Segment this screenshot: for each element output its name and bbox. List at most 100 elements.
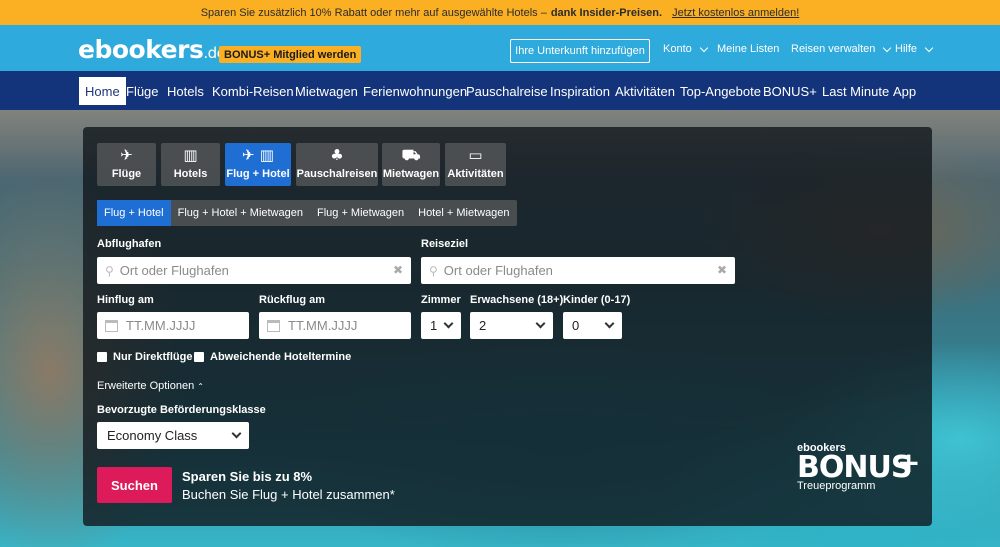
rooms-label: Zimmer bbox=[421, 294, 461, 306]
nav-item-top-angebote[interactable]: Top-Angebote bbox=[680, 77, 761, 105]
site-header: ebookers.de BONUS+ Mitglied werden Ihre … bbox=[0, 25, 1000, 71]
building-icon: ▥ bbox=[183, 146, 198, 164]
subtab-flug-mietwagen[interactable]: Flug + Mietwagen bbox=[310, 200, 411, 226]
logo-text: ebookers bbox=[78, 35, 204, 64]
nav-item-fluege[interactable]: Flüge bbox=[126, 77, 159, 105]
advanced-options-toggle[interactable]: Erweiterte Optionen ⌃ bbox=[97, 380, 204, 392]
bonus-logo-plus: + bbox=[897, 446, 921, 479]
return-date-input[interactable]: TT.MM.JJJJ bbox=[259, 312, 411, 339]
my-lists-link[interactable]: Meine Listen bbox=[717, 43, 779, 55]
subtab-flug-hotel-mietwagen[interactable]: Flug + Hotel + Mietwagen bbox=[171, 200, 310, 226]
add-property-button[interactable]: Ihre Unterkunft hinzufügen bbox=[510, 39, 650, 63]
account-menu[interactable]: Konto bbox=[663, 43, 708, 55]
ebookers-logo[interactable]: ebookers.de bbox=[78, 35, 226, 64]
advanced-options-label: Erweiterte Optionen bbox=[97, 380, 195, 392]
tab-label: Mietwagen bbox=[382, 168, 440, 180]
tab-flug-hotel[interactable]: ✈ ▥ Flug + Hotel bbox=[225, 143, 291, 186]
chevron-down-icon bbox=[604, 318, 615, 329]
clear-icon[interactable]: ✖ bbox=[393, 263, 403, 277]
different-hotel-dates-label: Abweichende Hoteltermine bbox=[210, 351, 352, 363]
nav-item-ferienwohnungen[interactable]: Ferienwohnungen bbox=[363, 77, 467, 105]
search-button[interactable]: Suchen bbox=[97, 467, 172, 503]
cabin-class-label: Bevorzugte Beförderungsklasse bbox=[97, 404, 266, 416]
chevron-down-icon bbox=[883, 43, 892, 52]
chevron-up-icon: ⌃ bbox=[197, 382, 204, 391]
plane-building-icon: ✈ ▥ bbox=[242, 146, 274, 164]
subtab-flug-hotel[interactable]: Flug + Hotel bbox=[97, 200, 171, 226]
chevron-down-icon bbox=[699, 43, 708, 52]
tab-pauschalreisen[interactable]: ♣ Pauschalreisen bbox=[296, 143, 378, 186]
savings-text: Buchen Sie Flug + Hotel zusammen* bbox=[182, 487, 395, 502]
nav-item-inspiration[interactable]: Inspiration bbox=[550, 77, 610, 105]
checkbox-box bbox=[97, 352, 107, 362]
tab-aktivitaeten[interactable]: ▭ Aktivitäten bbox=[445, 143, 506, 186]
nav-item-app[interactable]: App bbox=[893, 77, 916, 105]
chevron-down-icon bbox=[924, 43, 934, 52]
tab-label: Flug + Hotel bbox=[226, 168, 290, 180]
chevron-down-icon bbox=[443, 318, 454, 329]
tab-hotels[interactable]: ▥ Hotels bbox=[161, 143, 220, 186]
search-panel: ✈ Flüge ▥ Hotels ✈ ▥ Flug + Hotel ♣ Paus… bbox=[83, 127, 932, 526]
different-hotel-dates-checkbox[interactable]: Abweichende Hoteltermine bbox=[194, 351, 351, 363]
ticket-icon: ▭ bbox=[468, 146, 483, 164]
subtab-bar: Flug + Hotel Flug + Hotel + Mietwagen Fl… bbox=[97, 200, 517, 226]
account-label: Konto bbox=[663, 43, 692, 55]
return-placeholder: TT.MM.JJJJ bbox=[288, 318, 358, 333]
promo-bold-text: dank Insider-Preisen. bbox=[550, 6, 663, 19]
origin-placeholder: Ort oder Flughafen bbox=[119, 263, 229, 278]
nav-item-hotels[interactable]: Hotels bbox=[167, 77, 204, 105]
children-label: Kinder (0-17) bbox=[563, 294, 631, 306]
depart-date-input[interactable]: TT.MM.JJJJ bbox=[97, 312, 249, 339]
bonus-member-button[interactable]: BONUS+ Mitglied werden bbox=[219, 46, 362, 63]
tab-fluege[interactable]: ✈ Flüge bbox=[97, 143, 156, 186]
promo-bar: Sparen Sie zusätzlich 10% Rabatt oder me… bbox=[0, 0, 1000, 25]
adults-select[interactable]: 2 bbox=[470, 312, 553, 339]
cabin-class-value: Economy Class bbox=[107, 428, 198, 443]
nav-item-home[interactable]: Home bbox=[79, 77, 126, 105]
location-pin-icon: ⚲ bbox=[429, 263, 438, 278]
nav-item-pauschalreise[interactable]: Pauschalreise bbox=[466, 77, 548, 105]
clear-icon[interactable]: ✖ bbox=[717, 263, 727, 277]
bonus-plus-logo: ebookers BONUS + Treueprogramm bbox=[797, 442, 921, 492]
chevron-down-icon bbox=[231, 428, 242, 439]
help-label: Hilfe bbox=[895, 43, 918, 55]
destination-placeholder: Ort oder Flughafen bbox=[443, 263, 553, 278]
checkbox-box bbox=[194, 352, 204, 362]
location-pin-icon: ⚲ bbox=[105, 263, 114, 278]
subtab-hotel-mietwagen[interactable]: Hotel + Mietwagen bbox=[411, 200, 516, 226]
tab-label: Aktivitäten bbox=[447, 168, 504, 180]
chevron-down-icon bbox=[535, 318, 546, 329]
rooms-value: 1 bbox=[430, 318, 438, 333]
promo-signup-link[interactable]: Jetzt kostenlos anmelden! bbox=[672, 7, 799, 19]
nav-item-last-minute[interactable]: Last Minute bbox=[822, 77, 889, 105]
tab-label: Hotels bbox=[173, 168, 208, 180]
nav-item-aktivitaeten[interactable]: Aktivitäten bbox=[615, 77, 675, 105]
direct-flights-label: Nur Direktflüge bbox=[113, 351, 193, 363]
calendar-icon bbox=[105, 319, 118, 332]
help-menu[interactable]: Hilfe bbox=[895, 43, 934, 55]
tab-label: Pauschalreisen bbox=[296, 168, 378, 180]
depart-placeholder: TT.MM.JJJJ bbox=[126, 318, 196, 333]
main-nav: Home Flüge Hotels Kombi-Reisen Mietwagen… bbox=[0, 71, 1000, 110]
cabin-class-select[interactable]: Economy Class bbox=[97, 422, 249, 449]
manage-trips-menu[interactable]: Reisen verwalten bbox=[791, 43, 892, 55]
manage-trips-label: Reisen verwalten bbox=[791, 43, 876, 55]
adults-value: 2 bbox=[479, 318, 487, 333]
tab-mietwagen[interactable]: ⛟ Mietwagen bbox=[382, 143, 440, 186]
destination-input[interactable]: ⚲ Ort oder Flughafen ✖ bbox=[421, 257, 735, 284]
promo-text: Sparen Sie zusätzlich 10% Rabatt oder me… bbox=[200, 6, 547, 19]
nav-item-bonus[interactable]: BONUS+ bbox=[763, 77, 817, 105]
rooms-select[interactable]: 1 bbox=[421, 312, 461, 339]
direct-flights-checkbox[interactable]: Nur Direktflüge bbox=[97, 351, 192, 363]
nav-item-kombi-reisen[interactable]: Kombi-Reisen bbox=[212, 77, 294, 105]
children-select[interactable]: 0 bbox=[563, 312, 622, 339]
nav-item-mietwagen[interactable]: Mietwagen bbox=[295, 77, 358, 105]
return-label: Rückflug am bbox=[259, 294, 326, 306]
children-value: 0 bbox=[572, 318, 580, 333]
tab-label: Flüge bbox=[111, 168, 142, 180]
my-lists-label: Meine Listen bbox=[717, 43, 780, 55]
destination-label: Reiseziel bbox=[421, 238, 469, 250]
origin-input[interactable]: ⚲ Ort oder Flughafen ✖ bbox=[97, 257, 411, 284]
adults-label: Erwachsene (18+) bbox=[470, 294, 564, 306]
car-icon: ⛟ bbox=[401, 146, 421, 164]
